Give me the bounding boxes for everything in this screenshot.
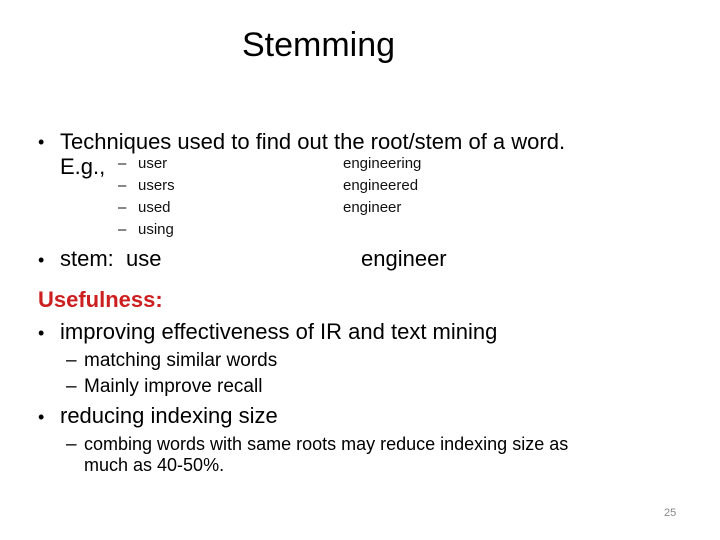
example-word: user xyxy=(138,155,168,172)
bullet-text: Techniques used to find out the root/ste… xyxy=(60,129,566,154)
bullet-marker: • xyxy=(38,323,45,343)
usefulness-item: reducing indexing size xyxy=(60,403,278,428)
dash: – xyxy=(66,350,77,371)
example-word: using xyxy=(138,221,174,238)
usefulness-heading: Usefulness: xyxy=(38,287,163,312)
dash: – xyxy=(118,221,127,238)
dash: – xyxy=(118,199,127,216)
dash: – xyxy=(118,155,127,172)
bullet-marker: • xyxy=(38,407,45,427)
bullet-text-continued: E.g., xyxy=(60,154,106,179)
usefulness-subitem: matching similar words xyxy=(84,350,278,371)
usefulness-subitem: Mainly improve recall xyxy=(84,376,263,397)
example-word: users xyxy=(138,177,175,194)
usefulness-item: improving effectiveness of IR and text m… xyxy=(60,319,498,344)
bullet-marker: • xyxy=(38,132,45,152)
stem-result: engineer xyxy=(361,246,447,271)
stem-label: stem: use xyxy=(60,246,162,271)
example-word: engineer xyxy=(343,199,402,216)
example-word: used xyxy=(138,199,171,216)
slide-title: Stemming xyxy=(241,26,396,64)
example-word: engineered xyxy=(343,177,419,194)
dash: – xyxy=(118,177,127,194)
example-word: engineering xyxy=(343,155,422,172)
dash: – xyxy=(66,434,77,455)
usefulness-subitem: combing words with same roots may reduce… xyxy=(84,434,569,454)
page-number: 25 xyxy=(664,507,677,519)
dash: – xyxy=(66,376,77,397)
bullet-marker: • xyxy=(38,250,45,270)
usefulness-subitem-continued: much as 40-50%. xyxy=(84,455,225,475)
